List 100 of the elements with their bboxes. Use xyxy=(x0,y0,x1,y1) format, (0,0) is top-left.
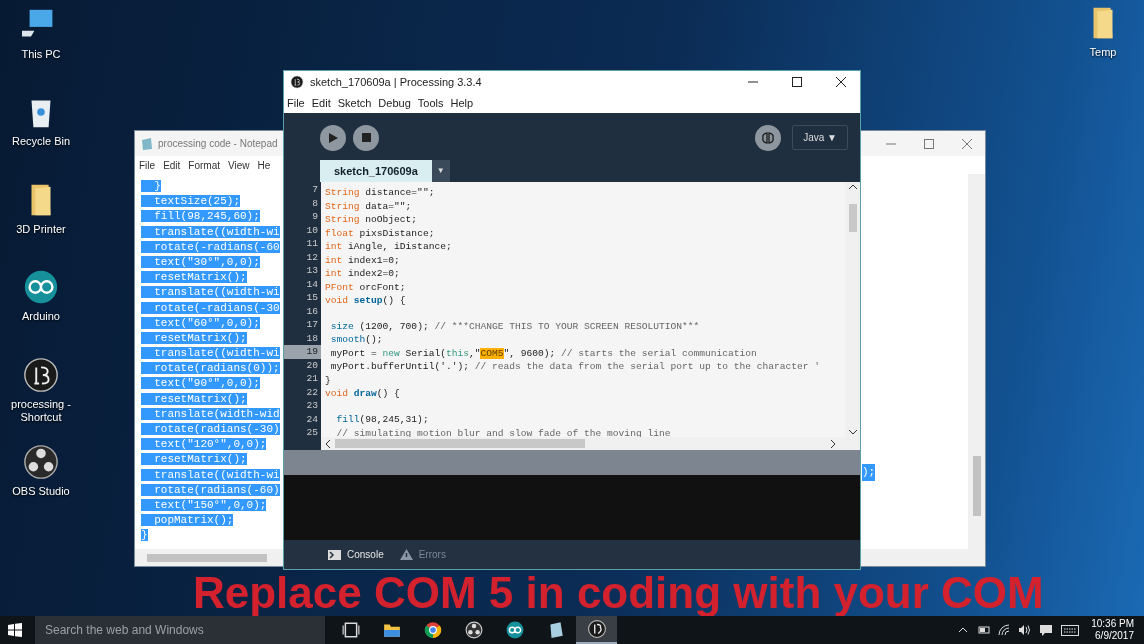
line-number: 8 xyxy=(311,196,319,210)
line-number: 20 xyxy=(305,358,319,372)
processing-logo-icon xyxy=(290,75,304,89)
line-number: 15 xyxy=(305,291,319,305)
line-number: 25 xyxy=(305,426,319,440)
windows-logo-icon xyxy=(8,623,22,637)
desktop-icon-label[interactable]: Temp xyxy=(1062,46,1144,59)
task-view-icon xyxy=(341,621,360,639)
menu-item[interactable]: Edit xyxy=(311,94,331,112)
infinity-icon xyxy=(505,621,524,639)
desktop-icon-label[interactable]: Arduino xyxy=(0,310,82,323)
line-number: 11 xyxy=(305,237,319,251)
code-line: smooth(); xyxy=(329,334,383,346)
taskbar-app-button[interactable] xyxy=(576,616,617,644)
scrollbar[interactable] xyxy=(968,174,985,549)
line-number: 21 xyxy=(305,372,319,386)
menu-item[interactable]: File xyxy=(287,94,305,112)
code-line: String distance=""; xyxy=(325,187,435,198)
scroll-thumb[interactable] xyxy=(147,553,267,562)
code-line: myPort.bufferUntil('.'); // reads the data from the serial port up to the character ' xyxy=(329,361,821,373)
line-number: 19 xyxy=(284,345,321,359)
code-line: String data=""; xyxy=(325,200,412,212)
editor-tab[interactable]: sketch_170609a xyxy=(320,160,432,182)
play-icon xyxy=(328,132,338,143)
console-tab[interactable]: Console xyxy=(328,547,384,562)
line-number: 9 xyxy=(311,210,319,224)
scrollbar[interactable] xyxy=(321,437,860,450)
window-title: processing code - Notepad xyxy=(158,137,278,151)
scrollbar[interactable] xyxy=(845,182,860,437)
notepad-icon xyxy=(140,136,154,151)
stop-icon xyxy=(361,133,371,142)
desktop-icon-label[interactable]: OBS Studio xyxy=(0,485,82,498)
mode-selector[interactable]: Java ▼ xyxy=(792,125,848,150)
menu-item[interactable]: Edit xyxy=(163,157,181,173)
menu-item[interactable]: Help xyxy=(450,94,474,112)
desktop-icon-label[interactable]: processing - Shortcut xyxy=(0,398,82,424)
code-line: // simulating motion blur and slow fade of the moving line xyxy=(335,427,671,437)
folder-icon xyxy=(382,621,401,639)
maximize-icon[interactable] xyxy=(792,77,802,87)
menu-item[interactable]: Format xyxy=(188,157,221,173)
line-number: 22 xyxy=(305,385,319,399)
warning-icon xyxy=(399,549,413,560)
menu-item[interactable]: File xyxy=(139,157,156,173)
code-line: myPort = new Serial(this,"COM5", 9600); // starts the serial communication xyxy=(329,347,757,359)
scroll-thumb[interactable] xyxy=(972,456,981,516)
desktop-icon-label[interactable]: 3D Printer xyxy=(0,223,82,236)
menu-item[interactable]: Tools xyxy=(417,94,444,112)
code-line: String noObject; xyxy=(325,214,418,225)
line-number: 18 xyxy=(305,331,319,345)
line-number: 13 xyxy=(305,264,319,278)
infinity-icon[interactable] xyxy=(22,268,60,306)
code-line: size (1200, 700); // ***CHANGE THIS TO YOUR SCREEN RESOLUTION*** xyxy=(329,320,700,332)
scroll-thumb[interactable] xyxy=(848,204,857,232)
line-number: 10 xyxy=(305,223,319,237)
run-button[interactable] xyxy=(320,124,346,151)
code-line: float pixsDistance; xyxy=(325,227,435,239)
obs-logo-icon[interactable] xyxy=(22,443,60,481)
code-line: int index1=0; xyxy=(325,254,400,266)
butterfly-icon xyxy=(761,130,776,145)
code-line: int index2=0; xyxy=(325,268,400,279)
code-line: } xyxy=(325,374,331,386)
close-icon[interactable] xyxy=(836,77,846,87)
keyboard-icon[interactable] xyxy=(1061,624,1080,636)
battery-icon[interactable] xyxy=(976,625,991,635)
line-number: 7 xyxy=(311,183,319,197)
line-number: 14 xyxy=(305,277,319,291)
line-number: 24 xyxy=(305,412,319,426)
stop-button[interactable] xyxy=(353,124,379,151)
scroll-left-icon[interactable] xyxy=(325,439,331,448)
code-line: void draw() { xyxy=(325,388,400,400)
scroll-right-icon[interactable] xyxy=(830,439,836,448)
code-line: fill(98,245,31); xyxy=(335,414,429,425)
debugger-button[interactable] xyxy=(755,124,782,151)
menu-item[interactable]: He xyxy=(257,157,271,173)
clock-time[interactable]: 10:36 PM xyxy=(1091,618,1134,630)
line-number: 12 xyxy=(305,250,319,264)
wifi-icon[interactable] xyxy=(998,624,1011,636)
processing-logo-icon[interactable] xyxy=(22,356,60,394)
line-number: 17 xyxy=(305,318,319,332)
desktop-icon-label[interactable]: This PC xyxy=(0,48,82,61)
clock-date[interactable]: 6/9/2017 xyxy=(1095,630,1134,642)
search-field[interactable]: Search the web and Windows xyxy=(35,616,325,644)
processing-logo-icon xyxy=(587,620,606,638)
scroll-up-icon[interactable] xyxy=(848,184,857,190)
notification-icon[interactable] xyxy=(1039,623,1054,637)
window-title: sketch_170609a | Processing 3.3.4 xyxy=(310,74,482,90)
chrome-logo-icon xyxy=(423,621,442,639)
menu-item[interactable]: Sketch xyxy=(337,94,372,112)
code-line: void setup() { xyxy=(325,295,406,306)
obs-logo-icon xyxy=(464,621,483,639)
chevron-up-icon[interactable] xyxy=(958,627,969,633)
line-number: 23 xyxy=(305,399,319,413)
scroll-down-icon[interactable] xyxy=(848,429,857,435)
scroll-thumb[interactable] xyxy=(335,439,585,448)
desktop-icon-label[interactable]: Recycle Bin xyxy=(0,135,82,148)
video-caption: Replace COM 5 in coding with your COM xyxy=(193,571,1044,615)
menu-item[interactable]: Debug xyxy=(378,94,411,112)
console-tab[interactable]: Errors xyxy=(399,547,446,562)
menu-item[interactable]: View xyxy=(228,157,250,173)
volume-icon[interactable] xyxy=(1018,624,1032,636)
